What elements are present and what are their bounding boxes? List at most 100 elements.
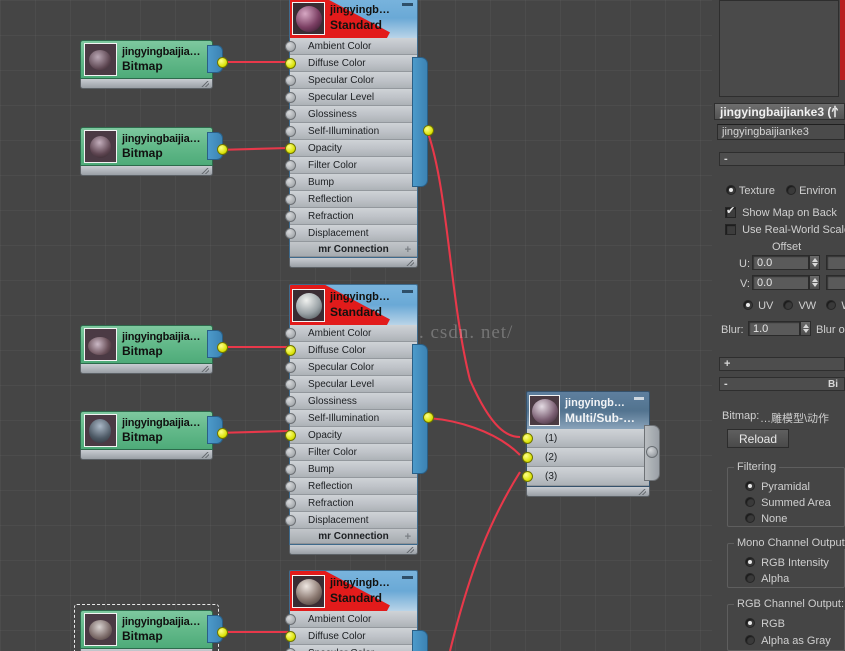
slot-diffuse-color[interactable]: Diffuse Color [285, 342, 417, 359]
filtering-none-row[interactable]: None [745, 513, 787, 525]
slot-displacement[interactable]: Displacement [285, 512, 417, 529]
multi-slot-1[interactable]: (1) [522, 429, 649, 448]
use-real-world-scale-checkbox[interactable] [725, 224, 736, 235]
offset-u-spinner[interactable] [809, 255, 820, 270]
slot-port[interactable] [285, 345, 296, 356]
use-real-world-scale-row[interactable]: Use Real-World Scale [725, 224, 845, 236]
bitmap-output-port[interactable] [217, 144, 228, 155]
slot-port[interactable] [285, 160, 296, 171]
mr-connection-row[interactable]: mr Connection + [290, 242, 417, 257]
slot-specular-color[interactable]: Specular Color [285, 72, 417, 89]
bitmap-node[interactable]: jingyingbaijia… Bitmap [80, 127, 228, 176]
bitmap-node[interactable]: jingyingbaijia… Bitmap [80, 40, 228, 89]
slot-glossiness[interactable]: Glossiness [285, 393, 417, 410]
minimize-icon[interactable] [402, 3, 413, 6]
none-radio[interactable] [745, 513, 755, 523]
slot-filter-color[interactable]: Filter Color [285, 157, 417, 174]
slot-port[interactable] [285, 413, 296, 424]
multi-sub-object-node[interactable]: jingyingb… Multi/Sub-… (1) (2) (3) [522, 391, 660, 497]
node-graph-canvas[interactable]: og. csdn. net/ jingyingbaijia… Bitmap ji… [0, 0, 712, 651]
rgb-radio[interactable] [745, 618, 755, 628]
multi-node-header[interactable]: jingyingb… Multi/Sub-… [526, 391, 650, 429]
bitmap-node-body[interactable]: jingyingbaijia… Bitmap [80, 127, 213, 166]
alpha-as-gray-radio[interactable] [745, 635, 755, 645]
slot-port[interactable] [285, 396, 296, 407]
slot-port[interactable] [285, 328, 296, 339]
blur-spinner[interactable] [800, 321, 811, 336]
standard-output-tab[interactable] [412, 344, 428, 474]
bitmap-path-value[interactable]: …雕模型\动作 [760, 410, 845, 426]
blur-input[interactable]: 1.0 [748, 321, 800, 336]
slot-port[interactable] [285, 194, 296, 205]
slot-port[interactable] [285, 614, 296, 625]
bitmap-output-port[interactable] [217, 342, 228, 353]
multi-slot-2[interactable]: (2) [522, 448, 649, 467]
bitmap-node-body[interactable]: jingyingbaijia… Bitmap [80, 610, 213, 649]
slot-specular-color[interactable]: Specular Color [285, 645, 417, 651]
bitmap-output-port[interactable] [217, 57, 228, 68]
standard-node-header[interactable]: jingyingb… Standard [289, 0, 418, 38]
offset-v-input[interactable]: 0.0 [752, 275, 809, 290]
slot-port[interactable] [285, 515, 296, 526]
slot-opacity[interactable]: Opacity [285, 427, 417, 444]
standard-output-port[interactable] [423, 412, 434, 423]
multi-slot-3[interactable]: (3) [522, 467, 649, 486]
slot-port[interactable] [522, 471, 533, 482]
slot-port[interactable] [522, 433, 533, 444]
texture-radio-row[interactable]: Texture Environ [726, 185, 836, 197]
slot-self-illumination[interactable]: Self-Illumination [285, 410, 417, 427]
slot-port[interactable] [285, 464, 296, 475]
mono-alpha-row[interactable]: Alpha [745, 573, 789, 585]
slot-reflection[interactable]: Reflection [285, 191, 417, 208]
multi-output-tab[interactable] [644, 425, 660, 481]
slot-diffuse-color[interactable]: Diffuse Color [285, 55, 417, 72]
slot-filter-color[interactable]: Filter Color [285, 444, 417, 461]
standard-node-header[interactable]: jingyingb… Standard [289, 570, 418, 611]
standard-material-node[interactable]: jingyingb… Standard Ambient Color Diffus… [285, 570, 428, 651]
bitmap-output-port[interactable] [217, 627, 228, 638]
slot-ambient-color[interactable]: Ambient Color [285, 611, 417, 628]
slot-port[interactable] [285, 430, 296, 441]
slot-bump[interactable]: Bump [285, 461, 417, 478]
slot-port[interactable] [285, 143, 296, 154]
slot-port[interactable] [285, 379, 296, 390]
filtering-summed-area-row[interactable]: Summed Area [745, 497, 831, 509]
offset-u-input[interactable]: 0.0 [752, 255, 809, 270]
bitmap-node-body[interactable]: jingyingbaijia… Bitmap [80, 40, 213, 79]
bitmap-parameters-rollup-header[interactable]: - Bi [719, 377, 845, 391]
slot-port[interactable] [285, 177, 296, 188]
rgb-row[interactable]: RGB [745, 618, 785, 630]
standard-output-tab[interactable] [412, 630, 428, 651]
slot-port[interactable] [285, 126, 296, 137]
texture-radio[interactable] [726, 185, 736, 195]
material-name-field[interactable]: jingyingbaijianke3 [717, 124, 845, 140]
bitmap-node-body[interactable]: jingyingbaijia… Bitmap [80, 325, 213, 364]
mr-connection-row[interactable]: mr Connection + [290, 529, 417, 544]
slot-specular-level[interactable]: Specular Level [285, 376, 417, 393]
expand-icon[interactable]: + [405, 244, 411, 256]
slot-glossiness[interactable]: Glossiness [285, 106, 417, 123]
slot-refraction[interactable]: Refraction [285, 208, 417, 225]
minimize-icon[interactable] [634, 397, 644, 400]
multi-output-port[interactable] [646, 446, 658, 458]
bitmap-output-port[interactable] [217, 428, 228, 439]
filtering-pyramidal-row[interactable]: Pyramidal [745, 481, 810, 493]
tiling-u-input[interactable] [826, 255, 845, 270]
standard-output-port[interactable] [423, 125, 434, 136]
slot-port[interactable] [285, 362, 296, 373]
w-radio[interactable] [826, 300, 837, 310]
slot-port[interactable] [285, 447, 296, 458]
bitmap-node-body[interactable]: jingyingbaijia… Bitmap [80, 411, 213, 450]
standard-material-node[interactable]: jingyingb… Standard Ambient Color Diffus… [285, 0, 434, 268]
standard-material-node[interactable]: jingyingb… Standard Ambient Color Diffus… [285, 284, 434, 555]
uv-radio[interactable] [743, 300, 753, 310]
expand-icon[interactable]: + [405, 531, 411, 543]
slot-port[interactable] [285, 228, 296, 239]
slot-port[interactable] [285, 109, 296, 120]
reload-button[interactable]: Reload [727, 429, 789, 448]
slot-displacement[interactable]: Displacement [285, 225, 417, 242]
slot-port[interactable] [285, 498, 296, 509]
slot-self-illumination[interactable]: Self-Illumination [285, 123, 417, 140]
environ-radio[interactable] [786, 185, 796, 195]
alpha-radio[interactable] [745, 573, 755, 583]
